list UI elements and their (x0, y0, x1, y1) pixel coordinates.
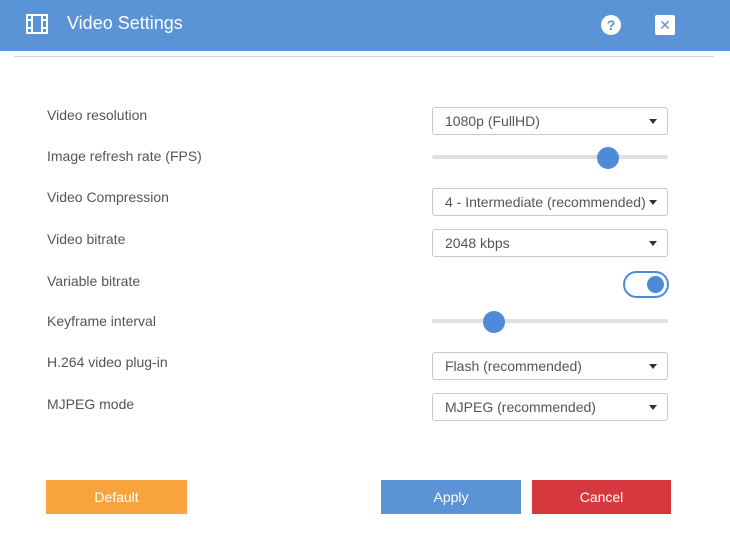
video-resolution-label: Video resolution (47, 107, 148, 123)
default-button[interactable]: Default (46, 480, 187, 514)
mjpeg-mode-select[interactable]: MJPEG (recommended) (432, 393, 668, 421)
video-resolution-select[interactable]: 1080p (FullHD) (432, 107, 668, 135)
video-resolution-value: 1080p (FullHD) (445, 113, 540, 129)
video-plugin-label: H.264 video plug-in (47, 354, 168, 370)
fps-slider[interactable] (432, 145, 668, 169)
video-plugin-value: Flash (recommended) (445, 358, 582, 374)
fps-label: Image refresh rate (FPS) (47, 148, 202, 164)
slider-thumb[interactable] (483, 311, 505, 333)
video-compression-select[interactable]: 4 - Intermediate (recommended) (432, 188, 668, 216)
keyframe-interval-label: Keyframe interval (47, 313, 156, 329)
chevron-down-icon (649, 405, 657, 410)
video-plugin-select[interactable]: Flash (recommended) (432, 352, 668, 380)
mjpeg-mode-value: MJPEG (recommended) (445, 399, 596, 415)
header-divider (14, 56, 714, 57)
help-icon[interactable]: ? (601, 15, 621, 35)
cancel-button[interactable]: Cancel (532, 480, 671, 514)
dialog-title: Video Settings (67, 13, 183, 33)
film-icon (26, 14, 48, 34)
slider-track (432, 155, 668, 159)
close-icon[interactable]: ✕ (655, 15, 675, 35)
video-bitrate-label: Video bitrate (47, 231, 126, 247)
chevron-down-icon (649, 241, 657, 246)
video-compression-label: Video Compression (47, 189, 169, 205)
chevron-down-icon (649, 364, 657, 369)
apply-button[interactable]: Apply (381, 480, 521, 514)
chevron-down-icon (649, 200, 657, 205)
chevron-down-icon (649, 119, 657, 124)
title-bar: Video Settings ? ✕ (0, 0, 730, 51)
mjpeg-mode-label: MJPEG mode (47, 396, 135, 412)
slider-thumb[interactable] (597, 147, 619, 169)
variable-bitrate-label: Variable bitrate (47, 273, 141, 289)
variable-bitrate-toggle[interactable] (623, 271, 669, 298)
slider-track (432, 319, 668, 323)
keyframe-interval-slider[interactable] (432, 309, 668, 333)
video-bitrate-select[interactable]: 2048 kbps (432, 229, 668, 257)
video-bitrate-value: 2048 kbps (445, 235, 510, 251)
video-compression-value: 4 - Intermediate (recommended) (445, 194, 646, 210)
toggle-knob (647, 276, 664, 293)
